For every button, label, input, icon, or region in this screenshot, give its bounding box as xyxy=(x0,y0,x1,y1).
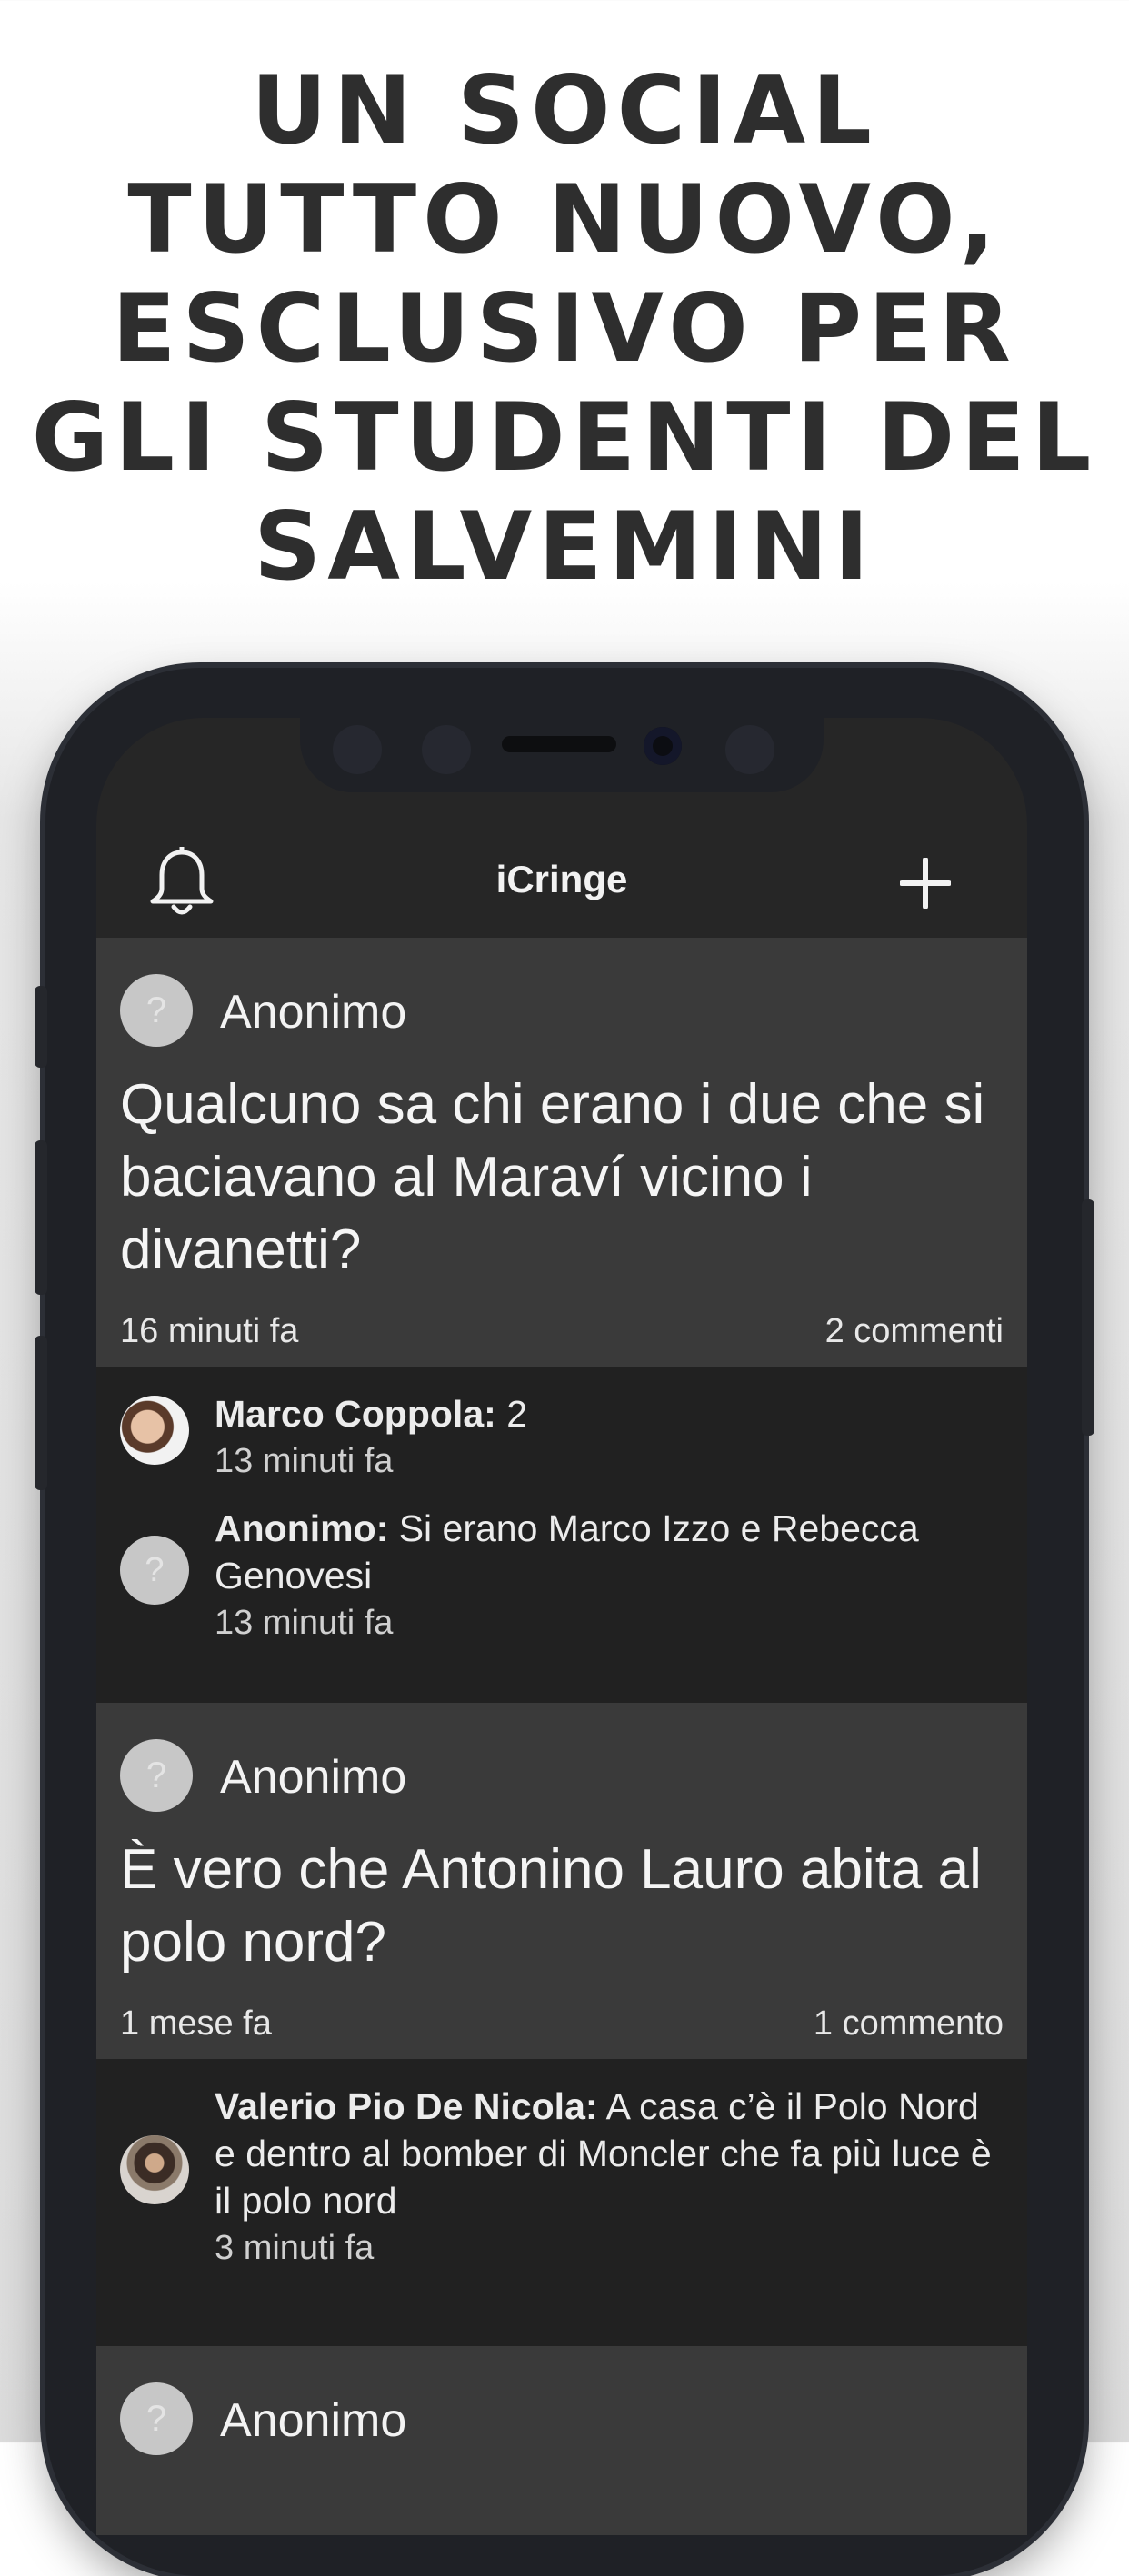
post-header: ? Anonimo xyxy=(96,1703,1027,1812)
post-header: ? Anonimo xyxy=(96,2346,1027,2455)
comment-time: 3 minuti fa xyxy=(215,2229,375,2267)
comments-section: Marco Coppola: 2 13 minuti fa ? Anonimo:… xyxy=(96,1367,1027,1703)
post-header: ? Anonimo xyxy=(96,938,1027,1047)
post-author: Anonimo xyxy=(220,2394,407,2447)
anonymous-avatar: ? xyxy=(120,1536,189,1605)
post-meta: 1 mese fa 1 commento xyxy=(96,1979,1027,2059)
post-author: Anonimo xyxy=(220,1751,407,1804)
sensor-dot xyxy=(333,725,382,774)
app-title: iCringe xyxy=(495,858,628,900)
plus-icon[interactable] xyxy=(900,858,951,909)
post-time: 16 minuti fa xyxy=(120,1312,299,1350)
sensor-dot xyxy=(422,725,471,774)
headline-line: UN SOCIAL xyxy=(251,56,878,165)
comment-author: Marco Coppola: xyxy=(215,1393,496,1435)
user-avatar xyxy=(120,1396,189,1465)
promo-headline: UN SOCIAL TUTTO NUOVO, ESCLUSIVO PER GLI… xyxy=(0,56,1129,602)
comment-time: 13 minuti fa xyxy=(215,1442,394,1480)
anonymous-avatar: ? xyxy=(120,2382,193,2455)
phone-volume-up xyxy=(35,1140,47,1295)
comments-count[interactable]: 2 commenti xyxy=(825,1312,1004,1351)
comments-count[interactable]: 1 commento xyxy=(814,2004,1004,2044)
post-text: Qualcuno sa chi erano i due che si bacia… xyxy=(120,1073,985,1281)
comment-time: 13 minuti fa xyxy=(215,1604,394,1642)
anonymous-avatar: ? xyxy=(120,974,193,1047)
headline-line: GLI STUDENTI DEL xyxy=(31,383,1098,492)
phone-volume-down xyxy=(35,1336,47,1490)
comment-author: Anonimo: xyxy=(215,1507,389,1549)
post-card[interactable]: ? Anonimo Qualcuno sa chi erano i due ch… xyxy=(96,938,1027,1703)
phone-notch xyxy=(300,718,824,792)
post-author: Anonimo xyxy=(220,986,407,1039)
front-camera xyxy=(644,727,682,765)
comment-item[interactable]: Marco Coppola: 2 13 minuti fa xyxy=(96,1390,1027,1485)
nav-bar: iCringe xyxy=(96,827,1027,938)
phone-mute-switch xyxy=(35,986,47,1068)
comment-author: Valerio Pio De Nicola: xyxy=(215,2085,598,2127)
post-time: 1 mese fa xyxy=(120,2004,272,2043)
headline-line: ESCLUSIVO PER xyxy=(112,274,1017,383)
comment-text: 2 xyxy=(495,1393,527,1435)
user-avatar xyxy=(120,2135,189,2204)
post-meta: 16 minuti fa 2 commenti xyxy=(96,1287,1027,1367)
anonymous-avatar: ? xyxy=(120,1739,193,1812)
comments-section: Valerio Pio De Nicola: A casa c’è il Pol… xyxy=(96,2059,1027,2346)
post-card[interactable]: ? Anonimo È vero che Antonino Lauro abit… xyxy=(96,1703,1027,2346)
comment-item[interactable]: Valerio Pio De Nicola: A casa c’è il Pol… xyxy=(96,2083,1027,2272)
post-text: È vero che Antonino Lauro abita al polo … xyxy=(120,1838,982,1974)
post-card[interactable]: ? Anonimo xyxy=(96,2346,1027,2535)
phone-side-button xyxy=(1082,1199,1094,1436)
headline-line: TUTTO NUOVO, xyxy=(127,165,1002,274)
sensor-dot xyxy=(725,725,774,774)
headline-line: SALVEMINI xyxy=(254,492,875,602)
phone-screen: iCringe ? Anonimo Qualcuno sa chi erano … xyxy=(96,718,1027,2535)
earpiece-speaker xyxy=(502,736,616,752)
post-feed: ? Anonimo Qualcuno sa chi erano i due ch… xyxy=(96,938,1027,2535)
comment-item[interactable]: ? Anonimo: Si erano Marco Izzo e Rebecca… xyxy=(96,1505,1027,1646)
